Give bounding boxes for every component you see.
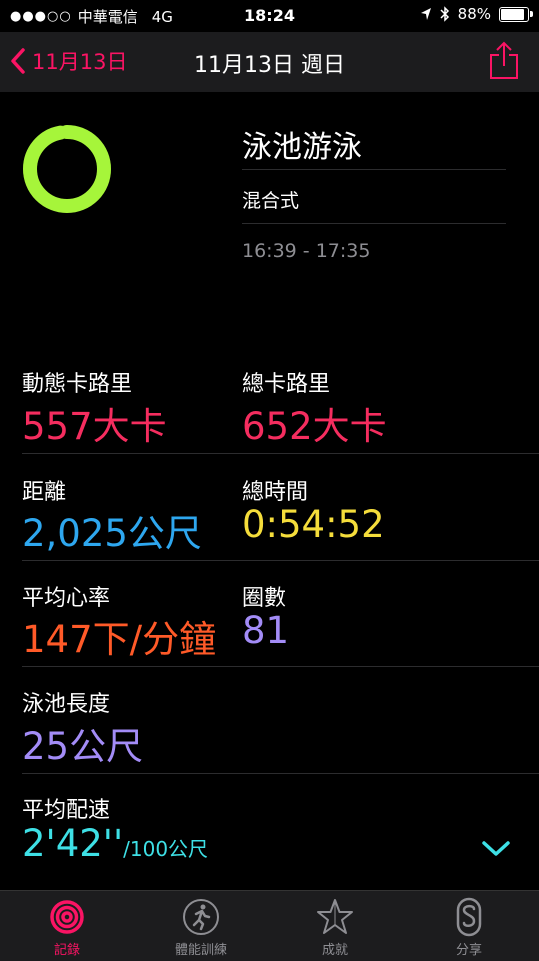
average-pace-value: 2'42''/100公尺 xyxy=(22,822,208,865)
pool-length-value: 25公尺 xyxy=(22,725,144,768)
bluetooth-icon xyxy=(440,6,449,22)
navigation-bar: 11月13日 11月13日 週日 xyxy=(0,32,539,92)
chevron-down-icon[interactable] xyxy=(480,838,512,860)
average-pace-unit: /100公尺 xyxy=(123,837,209,861)
tab-history[interactable]: 記錄 xyxy=(0,897,134,958)
average-heart-rate-label: 平均心率 xyxy=(22,586,111,611)
divider xyxy=(242,223,506,224)
active-calories-value: 557大卡 xyxy=(22,405,167,448)
activity-ring-icon xyxy=(23,125,111,213)
runner-icon xyxy=(183,899,219,935)
tab-label: 成就 xyxy=(321,943,348,958)
pool-length-label: 泳池長度 xyxy=(22,692,111,717)
total-time-label: 總時間 xyxy=(242,480,309,505)
sharing-icon xyxy=(456,897,482,937)
tab-bar: 記錄 體能訓練 成就 分享 xyxy=(0,890,539,961)
average-pace-number: 2'42'' xyxy=(22,822,124,865)
battery-percent: 88% xyxy=(457,5,491,23)
star-icon xyxy=(317,899,353,934)
average-heart-rate-value: 147下/分鐘 xyxy=(22,618,217,661)
tab-label: 分享 xyxy=(455,943,482,958)
workout-type: 混合式 xyxy=(242,190,300,212)
tab-sharing[interactable]: 分享 xyxy=(402,897,536,958)
status-bar: ●●●○○ 中華電信 4G 18:24 88% xyxy=(0,0,539,32)
divider xyxy=(242,169,506,170)
status-right: 88% xyxy=(420,5,533,23)
total-calories-value: 652大卡 xyxy=(242,405,387,448)
divider xyxy=(22,666,539,667)
total-time-value: 0:54:52 xyxy=(242,503,385,546)
laps-value: 81 xyxy=(242,609,290,652)
tab-workouts[interactable]: 體能訓練 xyxy=(134,897,268,958)
share-icon xyxy=(490,41,518,79)
share-button[interactable] xyxy=(489,40,519,84)
activity-rings-icon xyxy=(50,900,84,934)
tab-label: 體能訓練 xyxy=(174,943,227,958)
distance-value: 2,025公尺 xyxy=(22,512,202,555)
laps-label: 圈數 xyxy=(242,586,287,611)
tab-achievements[interactable]: 成就 xyxy=(268,897,402,958)
page-title: 11月13日 週日 xyxy=(194,53,345,78)
active-calories-label: 動態卡路里 xyxy=(22,372,133,397)
location-icon xyxy=(420,8,431,20)
divider xyxy=(22,453,539,454)
divider xyxy=(22,773,539,774)
average-pace-label: 平均配速 xyxy=(22,798,111,823)
battery-icon xyxy=(499,6,533,22)
total-calories-label: 總卡路里 xyxy=(242,372,331,397)
tab-label: 記錄 xyxy=(53,943,80,958)
workout-title: 泳池游泳 xyxy=(242,130,362,165)
workout-time-range: 16:39 - 17:35 xyxy=(242,240,371,262)
divider xyxy=(22,560,539,561)
distance-label: 距離 xyxy=(22,480,67,505)
